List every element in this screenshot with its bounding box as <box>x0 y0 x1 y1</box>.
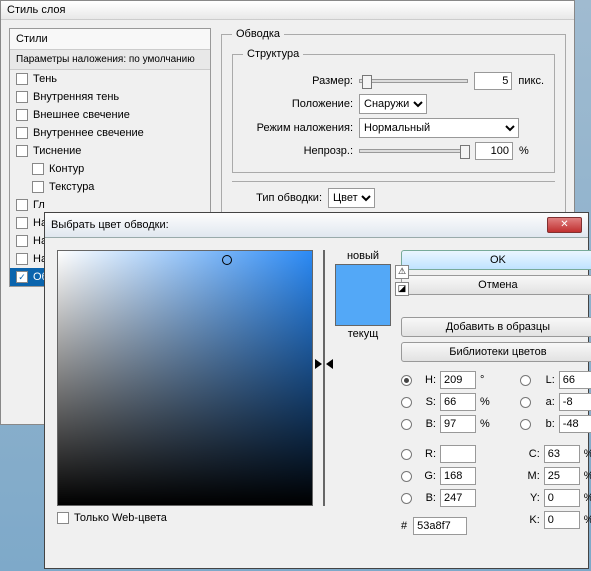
blending-defaults[interactable]: Параметры наложения: по умолчанию <box>10 50 210 70</box>
style-checkbox[interactable] <box>32 163 44 175</box>
opacity-input[interactable] <box>475 142 513 160</box>
add-swatch-button[interactable]: Добавить в образцы <box>401 317 591 337</box>
opacity-slider[interactable] <box>359 149 469 153</box>
close-button[interactable]: ✕ <box>547 217 582 233</box>
style-checkbox[interactable] <box>16 145 28 157</box>
stroke-legend: Обводка <box>232 28 284 40</box>
hue-arrow-icon <box>315 359 322 369</box>
size-slider[interactable] <box>359 79 468 83</box>
color-picker-title: Выбрать цвет обводки: <box>51 219 169 231</box>
position-select[interactable]: Снаружи <box>359 94 427 114</box>
style-item[interactable]: Внешнее свечение <box>10 106 210 124</box>
h-radio[interactable] <box>401 375 412 386</box>
websafe-warning-icon[interactable]: ◪ <box>395 282 409 296</box>
style-item[interactable]: Тень <box>10 70 210 88</box>
ok-button[interactable]: OK <box>401 250 591 270</box>
bv-input[interactable] <box>440 415 476 433</box>
b-lab-input[interactable] <box>559 415 591 433</box>
filltype-select[interactable]: Цвет <box>328 188 375 208</box>
r-radio[interactable] <box>401 449 412 460</box>
style-checkbox[interactable] <box>16 217 28 229</box>
blend-select[interactable]: Нормальный <box>359 118 519 138</box>
g-radio[interactable] <box>401 471 412 482</box>
style-checkbox[interactable] <box>16 253 28 265</box>
y-input[interactable] <box>544 489 580 507</box>
style-checkbox[interactable] <box>32 181 44 193</box>
k-input[interactable] <box>544 511 580 529</box>
l-input[interactable] <box>559 371 591 389</box>
styles-header[interactable]: Стили <box>10 29 210 50</box>
b-radio[interactable] <box>401 419 412 430</box>
style-item[interactable]: Внутренняя тень <box>10 88 210 106</box>
bc-radio[interactable] <box>401 493 412 504</box>
c-input[interactable] <box>544 445 580 463</box>
stroke-structure: Структура Размер: пикс. Положение: Снару… <box>232 48 555 173</box>
s-input[interactable] <box>440 393 476 411</box>
style-checkbox[interactable] <box>16 235 28 247</box>
style-checkbox[interactable] <box>16 109 28 121</box>
g-input[interactable] <box>440 467 476 485</box>
m-input[interactable] <box>544 467 580 485</box>
b-lab-radio[interactable] <box>520 419 531 430</box>
color-libs-button[interactable]: Библиотеки цветов <box>401 342 591 362</box>
style-item[interactable]: Контур <box>10 160 210 178</box>
h-input[interactable] <box>440 371 476 389</box>
style-item[interactable]: Внутреннее свечение <box>10 124 210 142</box>
color-preview <box>335 264 391 326</box>
style-checkbox[interactable] <box>16 73 28 85</box>
size-input[interactable] <box>474 72 512 90</box>
bc-input[interactable] <box>440 489 476 507</box>
style-checkbox[interactable] <box>16 127 28 139</box>
r-input[interactable] <box>440 445 476 463</box>
style-checkbox[interactable]: ✓ <box>16 271 28 283</box>
style-checkbox[interactable] <box>16 91 28 103</box>
s-radio[interactable] <box>401 397 412 408</box>
hue-slider[interactable] <box>323 250 325 506</box>
picker-cursor <box>222 255 232 265</box>
layer-style-title: Стиль слоя <box>1 1 574 20</box>
gamut-warning-icon[interactable]: ⚠ <box>395 265 409 279</box>
style-item[interactable]: Тиснение <box>10 142 210 160</box>
hex-input[interactable] <box>413 517 467 535</box>
style-checkbox[interactable] <box>16 199 28 211</box>
style-item[interactable]: Текстура <box>10 178 210 196</box>
l-radio[interactable] <box>520 375 531 386</box>
cancel-button[interactable]: Отмена <box>401 275 591 295</box>
a-input[interactable] <box>559 393 591 411</box>
color-picker-dialog: Выбрать цвет обводки: ✕ Только Web-цвета… <box>44 212 589 569</box>
web-only-checkbox[interactable] <box>57 512 69 524</box>
a-radio[interactable] <box>520 397 531 408</box>
color-field[interactable] <box>57 250 313 506</box>
hue-arrow-icon <box>326 359 333 369</box>
